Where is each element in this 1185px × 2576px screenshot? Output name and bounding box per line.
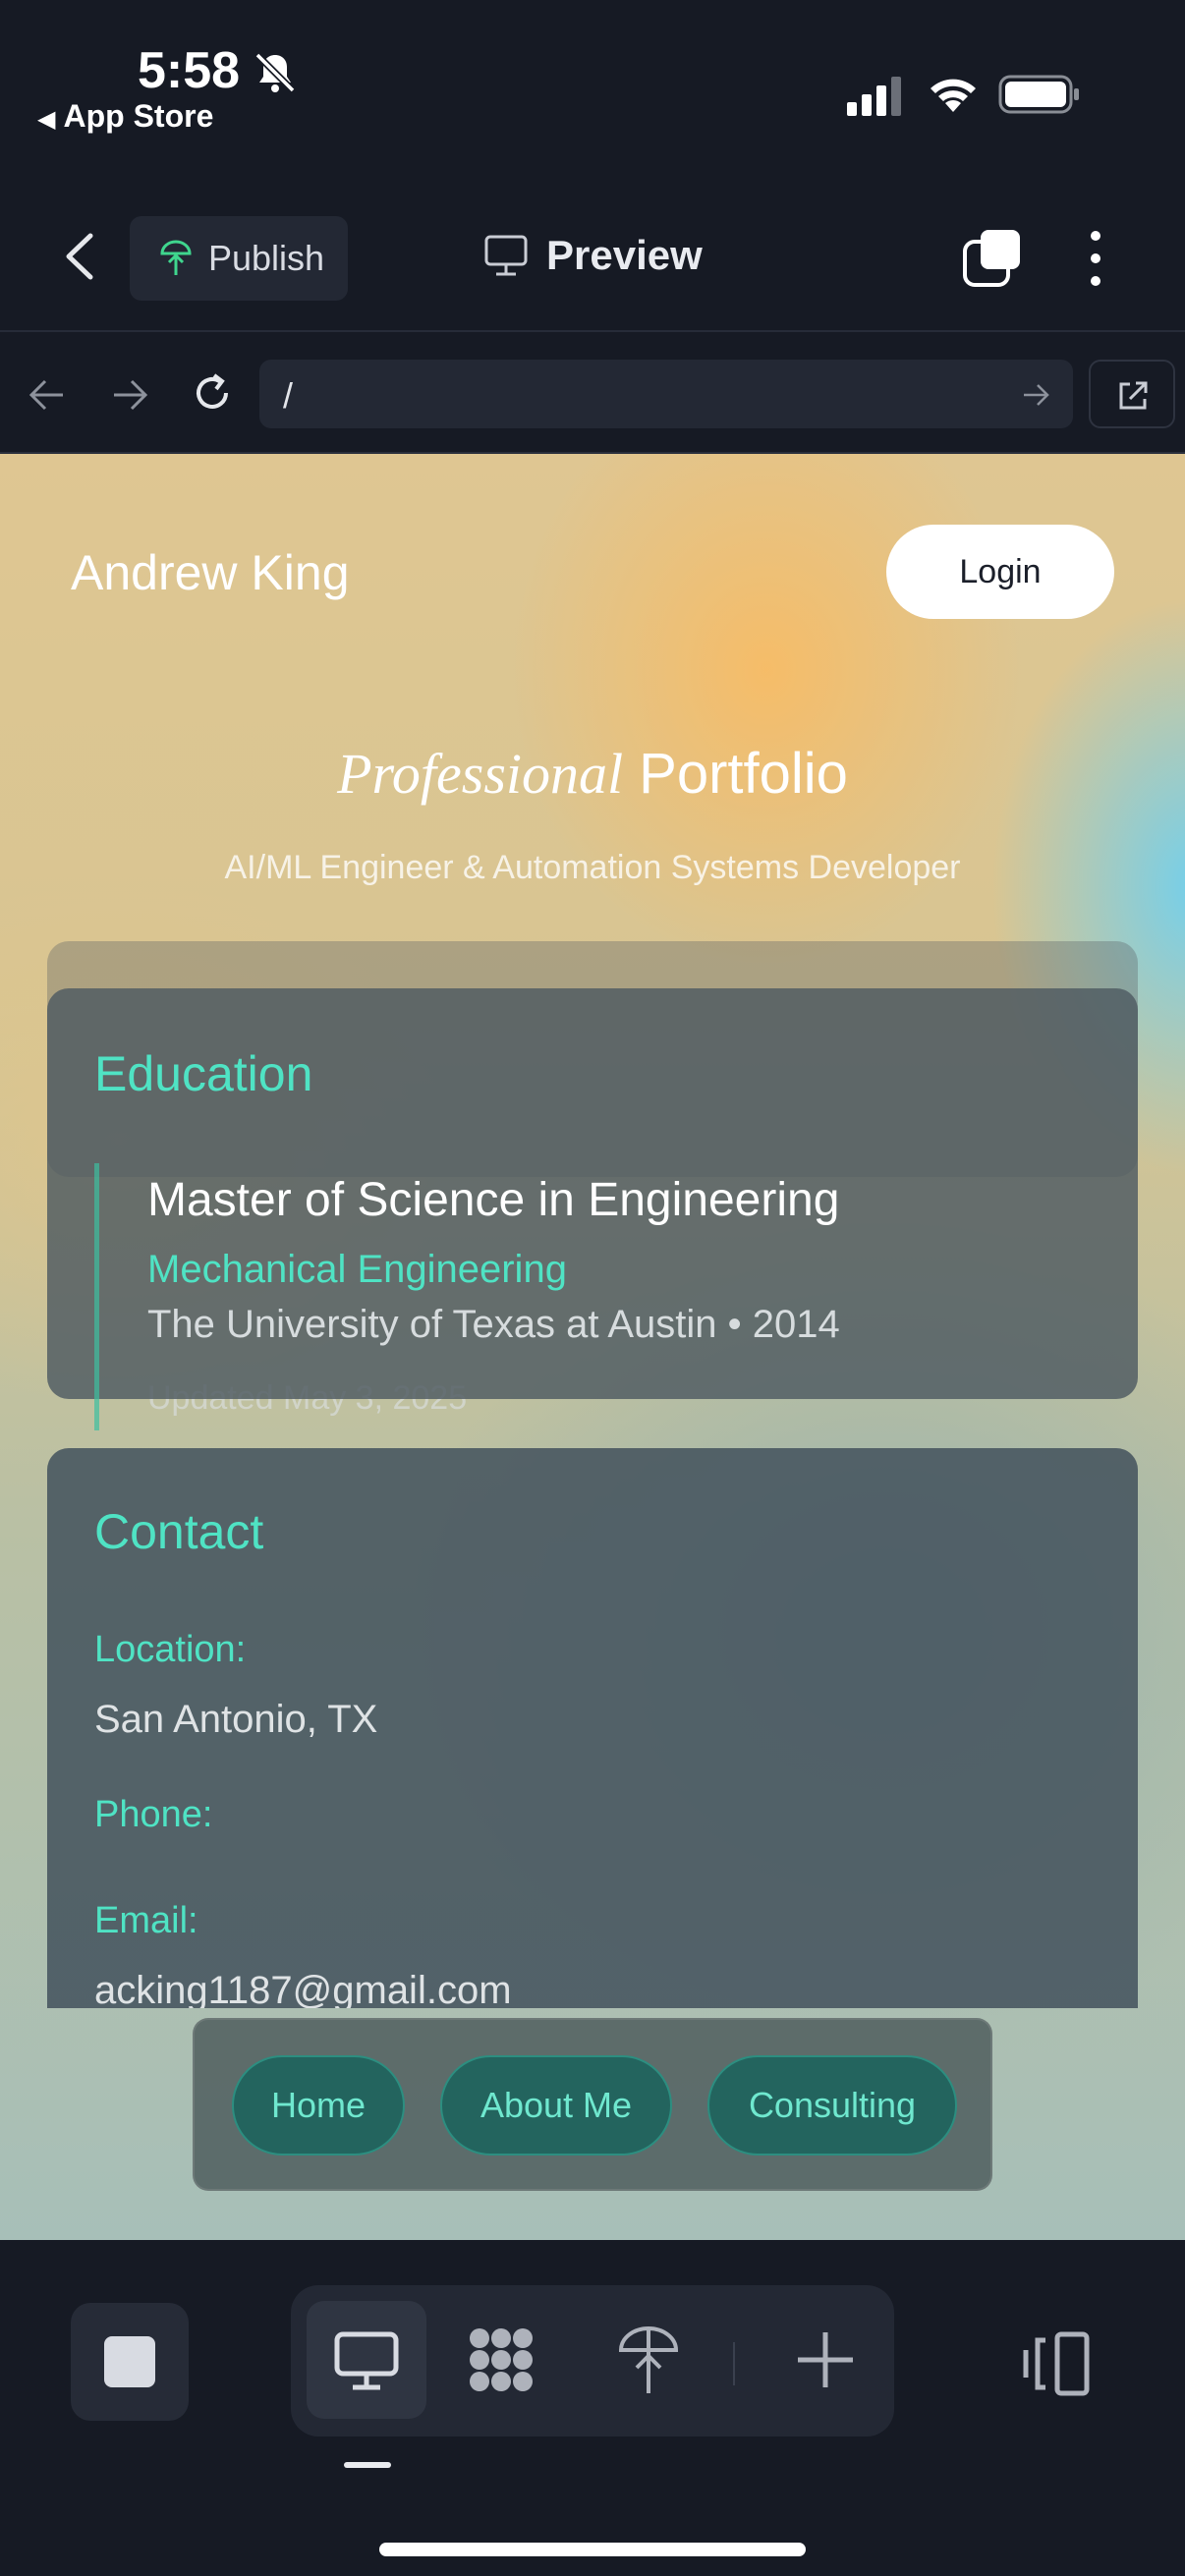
desktop-icon bbox=[334, 2331, 399, 2390]
app-header: Publish Preview bbox=[0, 147, 1185, 332]
arrow-right-icon[interactable] bbox=[108, 373, 151, 417]
panel-icon[interactable] bbox=[1018, 2326, 1093, 2401]
email-value[interactable]: acking1187@gmail.com bbox=[94, 1969, 512, 2008]
toolbar-divider bbox=[733, 2342, 735, 2385]
more-vertical-icon[interactable] bbox=[1081, 228, 1110, 289]
hero-title: Professional Portfolio bbox=[0, 741, 1185, 807]
back-triangle-icon: ◀ bbox=[37, 106, 56, 133]
education-title: Education bbox=[94, 1046, 313, 1101]
wifi-icon bbox=[931, 79, 976, 112]
phone-label: Phone: bbox=[94, 1794, 213, 1835]
contact-title: Contact bbox=[94, 1504, 264, 1559]
education-accent-bar bbox=[94, 1163, 99, 1430]
back-app-label: App Store bbox=[63, 98, 214, 134]
nav-consulting-button[interactable]: Consulting bbox=[707, 2055, 957, 2156]
nav-about-button[interactable]: About Me bbox=[440, 2055, 672, 2156]
go-arrow-icon[interactable] bbox=[1020, 379, 1051, 411]
active-tab-indicator bbox=[344, 2462, 391, 2468]
hero-title-italic: Professional bbox=[337, 742, 624, 806]
site-name[interactable]: Andrew King bbox=[71, 544, 350, 601]
open-external-button[interactable] bbox=[1089, 360, 1175, 428]
preview-title: Preview bbox=[483, 232, 703, 279]
url-input[interactable]: / bbox=[259, 360, 1073, 428]
tool-group bbox=[291, 2285, 894, 2436]
education-degree: Master of Science in Engineering bbox=[147, 1174, 840, 1226]
publish-icon bbox=[160, 240, 192, 275]
back-chevron-icon[interactable] bbox=[61, 232, 100, 281]
stop-button[interactable] bbox=[71, 2303, 189, 2421]
publish-button[interactable]: Publish bbox=[130, 216, 348, 301]
status-time: 5:58 bbox=[138, 42, 241, 99]
location-label: Location: bbox=[94, 1629, 247, 1670]
cellular-signal-icon bbox=[847, 77, 901, 116]
status-bar: 5:58 ◀ App Store bbox=[0, 0, 1185, 147]
desktop-view-button[interactable] bbox=[307, 2301, 426, 2419]
hero-subtitle: AI/ML Engineer & Automation Systems Deve… bbox=[224, 849, 961, 886]
login-button[interactable]: Login bbox=[886, 525, 1114, 619]
url-text: / bbox=[283, 375, 294, 416]
back-to-app-store[interactable]: ◀ App Store bbox=[37, 98, 213, 135]
home-indicator bbox=[379, 2543, 806, 2556]
hero-title-rest: Portfolio bbox=[639, 742, 848, 806]
tabs-icon[interactable] bbox=[961, 228, 1022, 289]
grid-dots-icon[interactable] bbox=[464, 2323, 538, 2397]
plus-icon[interactable] bbox=[788, 2323, 863, 2397]
bell-slash-icon bbox=[254, 52, 296, 93]
battery-icon bbox=[998, 75, 1079, 114]
arrow-left-icon[interactable] bbox=[26, 373, 69, 417]
education-school-year: The University of Texas at Austin • 2014 bbox=[147, 1303, 840, 1346]
bottom-toolbar bbox=[0, 2240, 1185, 2576]
email-label: Email: bbox=[94, 1900, 198, 1941]
publish-label: Publish bbox=[208, 238, 325, 278]
education-major: Mechanical Engineering bbox=[147, 1248, 567, 1291]
site-preview: Andrew King Login Professional Portfolio … bbox=[0, 454, 1185, 2240]
preview-title-text: Preview bbox=[546, 232, 703, 278]
browser-bar: / bbox=[0, 334, 1185, 454]
location-value: San Antonio, TX bbox=[94, 1698, 378, 1741]
desktop-icon bbox=[484, 235, 528, 276]
contact-card: Contact Location: San Antonio, TX Phone:… bbox=[47, 1448, 1138, 2008]
education-card: Education Master of Science in Engineeri… bbox=[47, 988, 1138, 1430]
external-link-icon bbox=[1119, 381, 1148, 410]
site-nav: Home About Me Consulting bbox=[193, 2018, 992, 2191]
stop-icon bbox=[104, 2336, 155, 2387]
nav-home-button[interactable]: Home bbox=[232, 2055, 405, 2156]
publish-icon[interactable] bbox=[611, 2323, 686, 2397]
reload-icon[interactable] bbox=[189, 369, 236, 417]
